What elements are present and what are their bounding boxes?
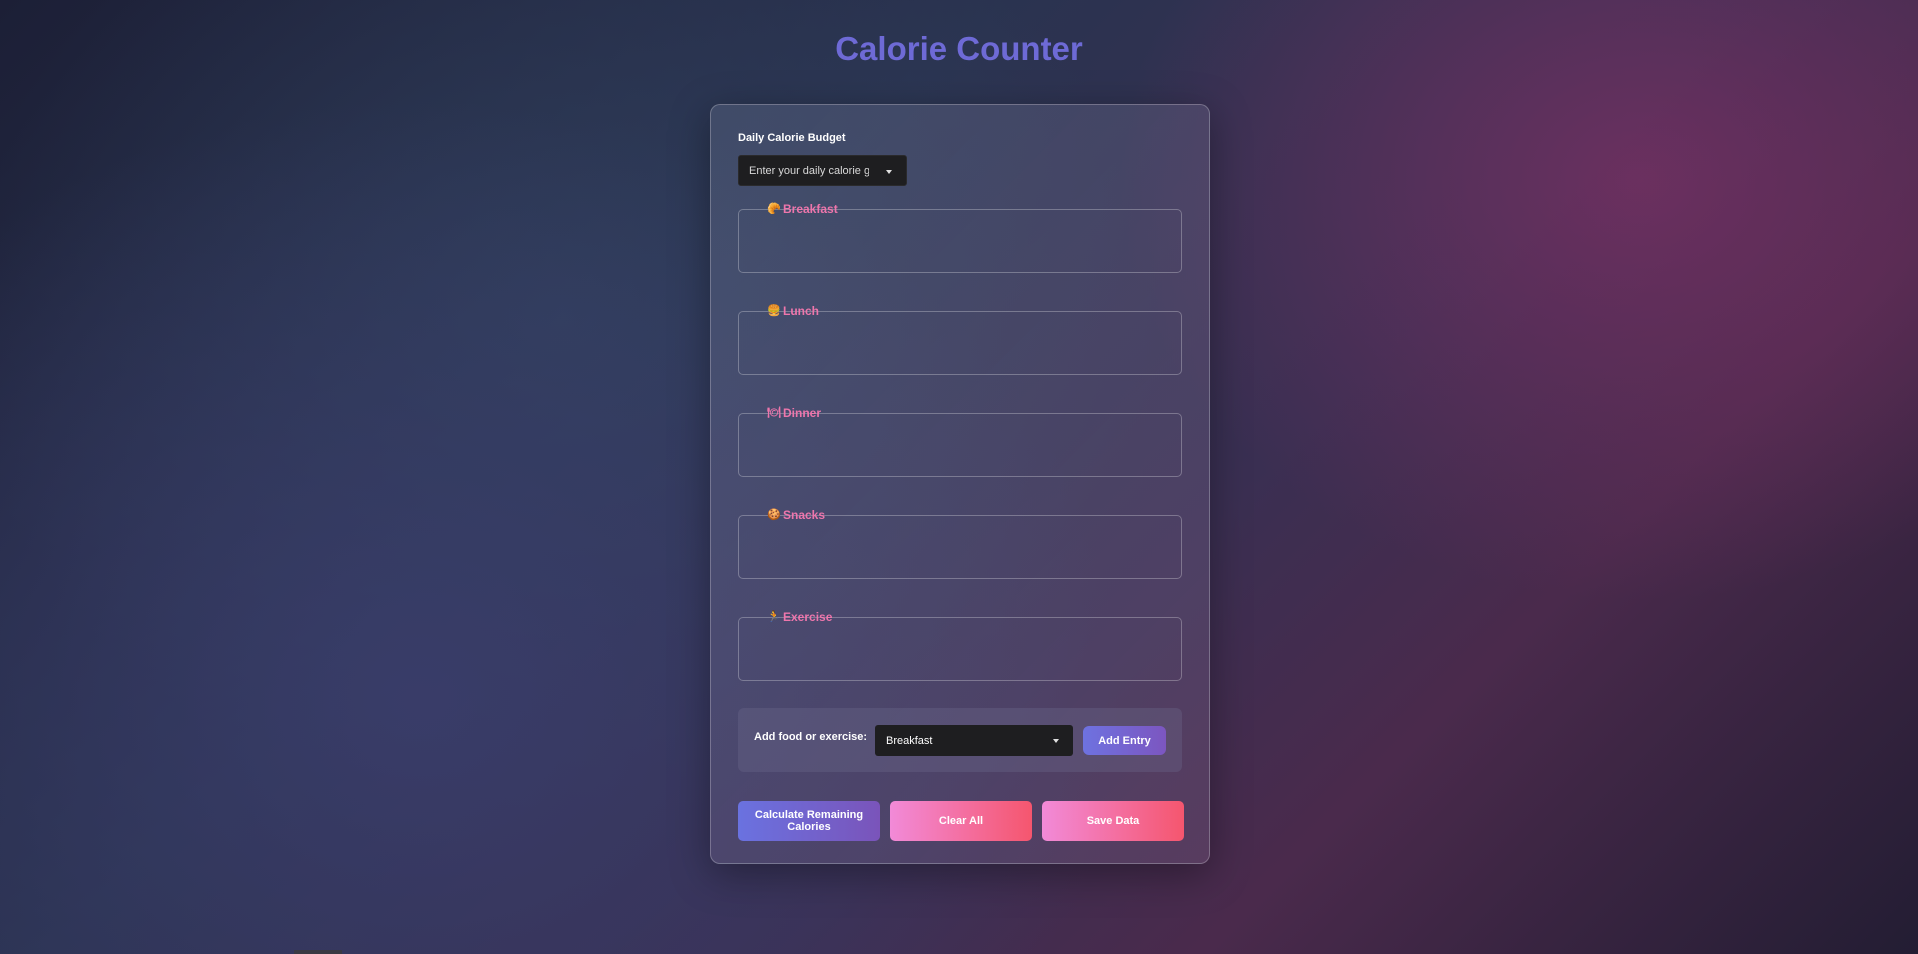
meal-section-lunch: 🍔 Lunch [738,304,1182,375]
budget-placeholder: Enter your daily calorie goal [749,164,869,177]
page-title: Calorie Counter [835,30,1083,67]
add-entry-button[interactable]: Add Entry [1083,726,1166,755]
scroll-indicator [294,950,342,954]
meal-legend: 🍪 Snacks [763,508,831,522]
meal-legend: 🍽 Dinner [763,406,827,420]
budget-input[interactable]: Enter your daily calorie goal [738,155,907,186]
chevron-down-icon [886,170,892,174]
meal-legend: 🍔 Lunch [763,304,825,318]
meal-label: Exercise [783,610,833,624]
meal-section-snacks: 🍪 Snacks [738,508,1182,579]
calculate-remaining-button[interactable]: Calculate Remaining Calories [738,801,880,841]
meal-legend: 🥐 Breakfast [763,202,844,216]
croissant-icon: 🥐 [767,203,781,215]
entry-type-value: Breakfast [886,734,933,747]
burger-icon: 🍔 [767,305,781,317]
dinner-icon: 🍽 [767,407,781,419]
meal-legend: 🏃 Exercise [763,610,838,624]
running-icon: 🏃 [767,611,781,623]
meal-label: Snacks [783,508,826,522]
meal-label: Lunch [783,304,819,318]
clear-all-button[interactable]: Clear All [890,801,1032,841]
meal-label: Breakfast [783,202,838,216]
snack-icon: 🍪 [767,509,781,521]
meal-section-dinner: 🍽 Dinner [738,406,1182,477]
calorie-card: Daily Calorie Budget Enter your daily ca… [710,104,1210,864]
meal-section-exercise: 🏃 Exercise [738,610,1182,681]
budget-label: Daily Calorie Budget [738,132,846,144]
entry-type-select[interactable]: Breakfast [875,725,1073,756]
meal-label: Dinner [783,406,822,420]
meal-section-breakfast: 🥐 Breakfast [738,202,1182,273]
save-data-button[interactable]: Save Data [1042,801,1184,841]
add-entry-panel: Add food or exercise: Breakfast Add Entr… [738,708,1182,772]
chevron-down-icon [1053,739,1059,743]
add-entry-label: Add food or exercise: [754,731,868,743]
